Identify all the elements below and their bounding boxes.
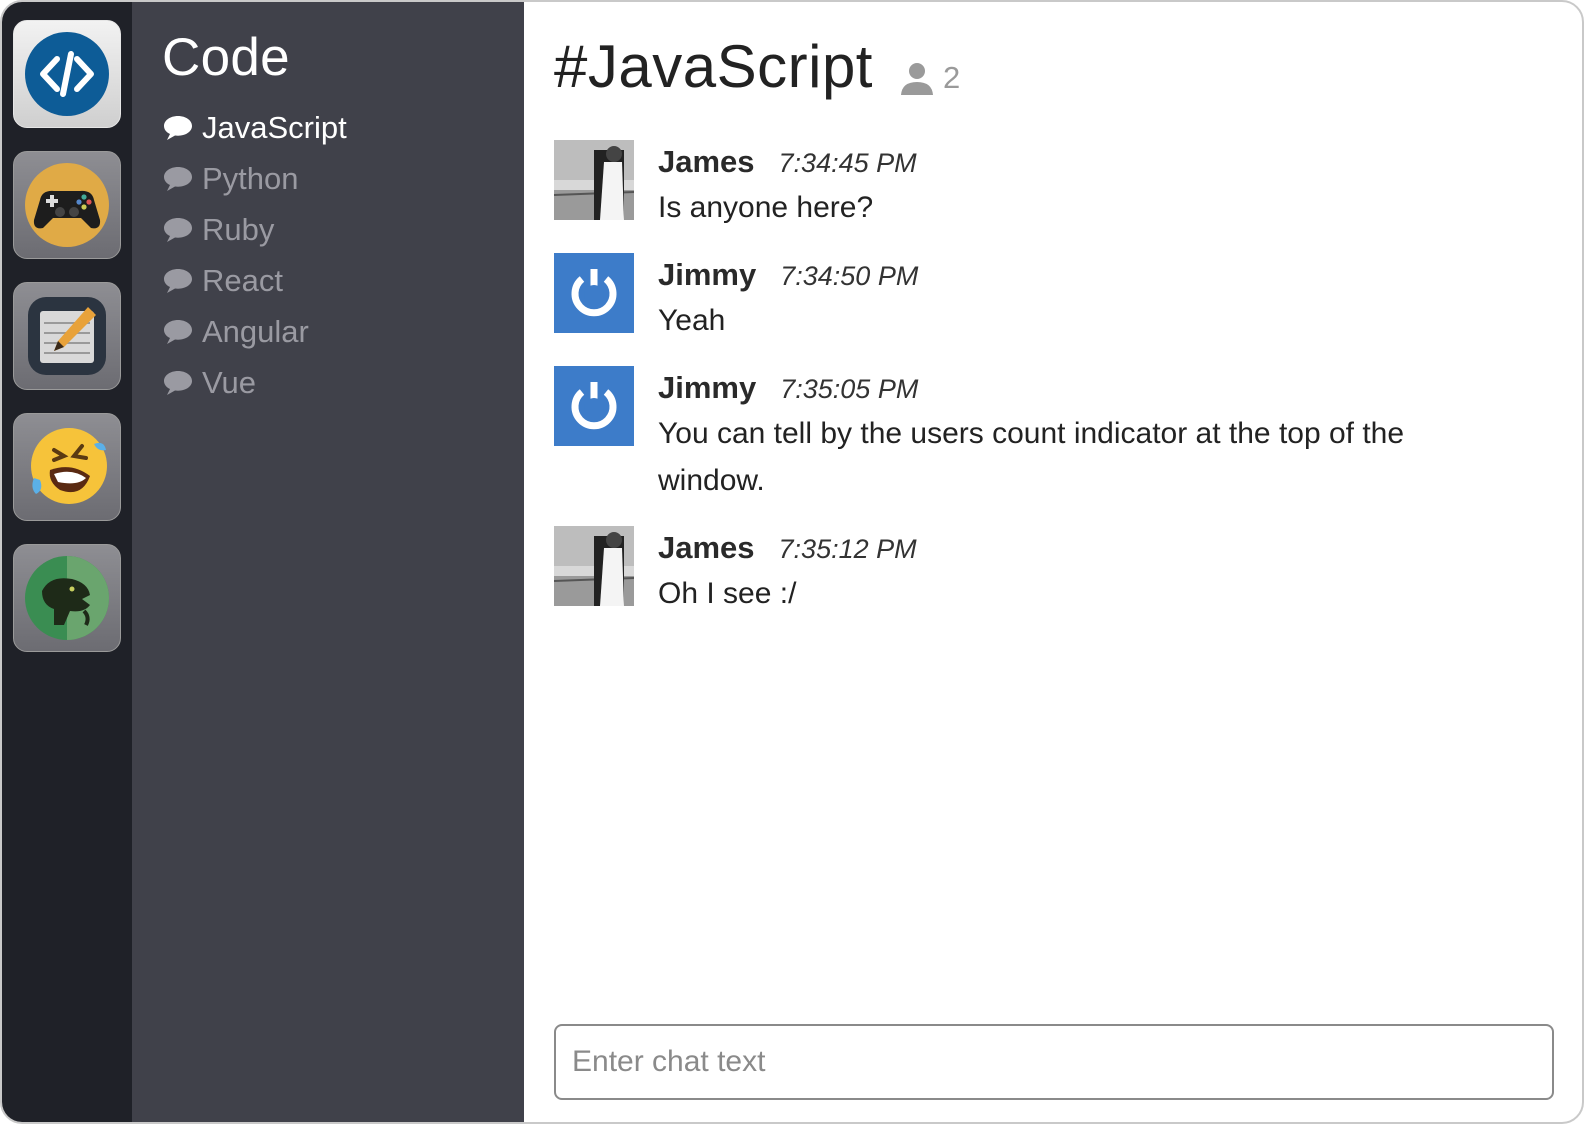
user-count: 2 bbox=[942, 60, 961, 95]
message-text: Is anyone here? bbox=[658, 191, 874, 224]
message-timestamp: 7:35:12 PM bbox=[778, 534, 917, 564]
chat-window: Code JavaScript Python Ruby React Angula… bbox=[0, 0, 1584, 1124]
server-gaming[interactable] bbox=[13, 151, 121, 259]
speech-bubble-icon bbox=[164, 268, 192, 293]
message-item: James 7:35:12 PM Oh I see :/ bbox=[554, 526, 1554, 617]
chat-main: #JavaScript 2 James 7:34:45 PM Is anyone… bbox=[524, 2, 1582, 1122]
message-author[interactable]: James bbox=[658, 530, 755, 566]
message-timestamp: 7:35:05 PM bbox=[780, 374, 919, 404]
user-count-indicator: 2 bbox=[899, 60, 960, 96]
philosoraptor-icon bbox=[25, 556, 109, 640]
channel-label: Angular bbox=[202, 313, 309, 349]
room-title: #JavaScript bbox=[554, 33, 873, 100]
chat-header: #JavaScript 2 bbox=[554, 26, 1554, 108]
message-author[interactable]: Jimmy bbox=[658, 370, 756, 406]
message-item: James 7:34:45 PM Is anyone here? bbox=[554, 140, 1554, 231]
power-icon bbox=[554, 366, 634, 446]
channel-sidebar: Code JavaScript Python Ruby React Angula… bbox=[132, 2, 524, 1122]
gamepad-icon bbox=[25, 163, 109, 247]
avatar-jimmy[interactable] bbox=[554, 253, 634, 333]
code-icon bbox=[25, 32, 109, 116]
laughing-emoji-icon bbox=[31, 428, 107, 504]
message-text: Yeah bbox=[658, 304, 726, 337]
channel-angular[interactable]: Angular bbox=[162, 306, 524, 357]
speech-bubble-icon bbox=[164, 370, 192, 395]
channel-label: Ruby bbox=[202, 211, 275, 247]
channel-python[interactable]: Python bbox=[162, 153, 524, 204]
avatar-jimmy[interactable] bbox=[554, 366, 634, 446]
speech-bubble-icon bbox=[164, 115, 192, 140]
server-rail bbox=[2, 2, 132, 1122]
message-timestamp: 7:34:45 PM bbox=[778, 148, 917, 178]
server-funny[interactable] bbox=[13, 413, 121, 521]
message-author[interactable]: James bbox=[658, 144, 755, 180]
channel-label: JavaScript bbox=[202, 109, 347, 145]
message-timestamp: 7:34:50 PM bbox=[780, 261, 919, 291]
notepad-icon bbox=[28, 297, 106, 375]
channel-ruby[interactable]: Ruby bbox=[162, 204, 524, 255]
avatar-james[interactable] bbox=[554, 526, 634, 606]
power-icon bbox=[554, 253, 634, 333]
message-item: Jimmy 7:34:50 PM Yeah bbox=[554, 253, 1554, 344]
server-code[interactable] bbox=[13, 20, 121, 128]
channel-label: Vue bbox=[202, 364, 257, 400]
user-icon bbox=[900, 63, 933, 95]
server-meme[interactable] bbox=[13, 544, 121, 652]
channel-label: Python bbox=[202, 160, 299, 196]
message-item: Jimmy 7:35:05 PM You can tell by the use… bbox=[554, 366, 1554, 504]
message-text: Oh I see :/ bbox=[658, 577, 797, 610]
speech-bubble-icon bbox=[164, 319, 192, 344]
channel-label: React bbox=[202, 262, 283, 298]
channel-react[interactable]: React bbox=[162, 255, 524, 306]
message-text: You can tell by the users count indicato… bbox=[658, 417, 1405, 497]
speech-bubble-icon bbox=[164, 166, 192, 191]
avatar-james[interactable] bbox=[554, 140, 634, 220]
server-group-title: Code bbox=[162, 28, 290, 87]
message-list: James 7:34:45 PM Is anyone here? Jimmy 7… bbox=[554, 140, 1554, 617]
channel-vue[interactable]: Vue bbox=[162, 357, 524, 408]
chat-input[interactable] bbox=[554, 1024, 1554, 1100]
speech-bubble-icon bbox=[164, 217, 192, 242]
message-author[interactable]: Jimmy bbox=[658, 257, 756, 293]
server-notes[interactable] bbox=[13, 282, 121, 390]
channel-javascript[interactable]: JavaScript bbox=[162, 102, 524, 153]
